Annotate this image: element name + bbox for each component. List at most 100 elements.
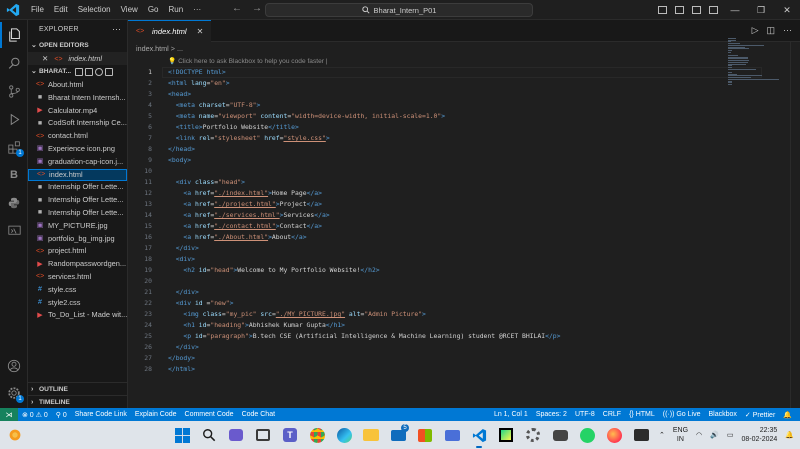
new-file-icon[interactable]	[75, 68, 84, 76]
account-icon[interactable]	[0, 353, 28, 379]
edge-icon[interactable]	[334, 425, 354, 445]
collapse-all-icon[interactable]	[105, 68, 114, 76]
line-ending[interactable]: CRLF	[599, 411, 625, 418]
code-line[interactable]: 26 </div>	[128, 342, 728, 353]
file-item[interactable]: # style.css	[28, 284, 127, 297]
vscode-taskbar-icon[interactable]	[469, 425, 489, 448]
close-button[interactable]: ✕	[774, 5, 800, 16]
comment-code-button[interactable]: Comment Code	[181, 411, 238, 418]
python-icon[interactable]	[0, 190, 28, 216]
code-line[interactable]: 5 <meta name="viewport" content="width=d…	[128, 111, 728, 122]
restore-button[interactable]: ❐	[748, 5, 774, 16]
toggle-panel-icon[interactable]	[675, 6, 684, 14]
pycharm-icon[interactable]	[496, 425, 516, 445]
chrome-icon[interactable]	[307, 425, 327, 445]
file-item[interactable]: ■ Internship Offer Lette...	[28, 181, 127, 194]
close-icon[interactable]: ✕	[42, 54, 48, 63]
menu-run[interactable]: Run	[163, 5, 188, 14]
terminal-icon[interactable]	[631, 425, 651, 445]
menu-file[interactable]: File	[26, 5, 49, 14]
code-editor[interactable]: 💡 Click here to ask Blackbox to help you…	[128, 56, 800, 408]
language-mode[interactable]: {} HTML	[625, 411, 659, 418]
more-actions-icon[interactable]: ···	[783, 25, 792, 36]
code-line[interactable]: 17 </div>	[128, 243, 728, 254]
project-folder-header[interactable]: ⌄ BHARAT...	[28, 65, 127, 79]
code-line[interactable]: 10	[128, 166, 728, 177]
timeline-section[interactable]: › TIMELINE	[28, 395, 127, 408]
ports-indicator[interactable]: ⚲ 0	[52, 411, 71, 419]
code-line[interactable]: 12 <a href="./index.html">Home Page</a>	[128, 188, 728, 199]
code-line[interactable]: 2 <html lang="en">	[128, 78, 728, 89]
code-line[interactable]: 16 <a href="./About.html">About</a>	[128, 232, 728, 243]
file-item[interactable]: ■ Bharat Intern Internsh...	[28, 92, 127, 105]
remote-indicator-icon[interactable]: ⋊	[0, 408, 18, 421]
code-line[interactable]: 20	[128, 276, 728, 287]
code-line[interactable]: 25 <p id="paragraph">B.tech CSE (Artific…	[128, 331, 728, 342]
cursor-position[interactable]: Ln 1, Col 1	[490, 411, 532, 418]
notification-center-icon[interactable]: 🔔	[785, 431, 794, 439]
code-line[interactable]: 28 </html>	[128, 364, 728, 375]
menu-view[interactable]: View	[116, 5, 143, 14]
menu-go[interactable]: Go	[143, 5, 164, 14]
camera-icon[interactable]	[550, 425, 570, 445]
file-item[interactable]: ▶ To_Do_List - Made wit...	[28, 309, 127, 322]
run-debug-icon[interactable]	[0, 106, 28, 132]
whatsapp-icon[interactable]	[577, 425, 597, 445]
file-item[interactable]: ▣ MY_PICTURE.jpg	[28, 220, 127, 233]
menu-edit[interactable]: Edit	[49, 5, 73, 14]
back-arrow-icon[interactable]: ←	[232, 3, 242, 14]
explorer-more-icon[interactable]: ···	[112, 24, 121, 34]
file-item[interactable]: ▶ Randompasswordgen...	[28, 258, 127, 271]
open-editor-item[interactable]: ✕ <> index.html	[28, 52, 127, 65]
chevron-up-icon[interactable]: ⌃	[659, 431, 665, 439]
code-line[interactable]: 24 <h1 id="heading">Abhishek Kumar Gupta…	[128, 320, 728, 331]
explain-code-button[interactable]: Explain Code	[131, 411, 181, 418]
settings-app-icon[interactable]	[523, 425, 543, 445]
teams-icon[interactable]: T	[280, 425, 300, 445]
blackbox-status[interactable]: Blackbox	[705, 411, 741, 418]
notifications-bell-icon[interactable]: 🔔	[779, 411, 796, 419]
blackbox-hint[interactable]: 💡 Click here to ask Blackbox to help you…	[168, 56, 327, 67]
explorer-files-icon[interactable]	[0, 22, 28, 48]
customize-layout-icon[interactable]	[709, 6, 718, 14]
code-line[interactable]: 6 <title>Portfolio Website</title>	[128, 122, 728, 133]
widgets-icon[interactable]	[226, 425, 246, 445]
code-chat-button[interactable]: Code Chat	[238, 411, 279, 418]
menu-selection[interactable]: Selection	[73, 5, 116, 14]
breadcrumb[interactable]: index.html > ...	[128, 42, 800, 56]
code-line[interactable]: 8 </head>	[128, 144, 728, 155]
clock[interactable]: 22:35 08-02-2024	[741, 426, 777, 444]
mail-icon[interactable]: 5	[388, 424, 409, 445]
code-line[interactable]: 4 <meta charset="UTF-8">	[128, 100, 728, 111]
file-item[interactable]: <> services.html	[28, 271, 127, 284]
minimap[interactable]	[726, 38, 788, 88]
search-icon[interactable]	[0, 50, 28, 76]
code-line[interactable]: 13 <a href="./project.html">Project</a>	[128, 199, 728, 210]
source-control-icon[interactable]	[0, 78, 28, 104]
file-item[interactable]: ▣ portfolio_bg_img.jpg	[28, 233, 127, 246]
menu-more[interactable]: ···	[188, 5, 206, 14]
code-line[interactable]: 7 <link rel="stylesheet" href="style.css…	[128, 133, 728, 144]
share-code-link-button[interactable]: Share Code Link	[71, 411, 131, 418]
firefox-icon[interactable]	[604, 425, 624, 445]
code-line[interactable]: 19 <h2 id="head">Welcome to My Portfolio…	[128, 265, 728, 276]
refresh-icon[interactable]	[95, 68, 104, 76]
code-line[interactable]: 1 <!DOCTYPE html>	[128, 67, 728, 78]
file-item[interactable]: # style2.css	[28, 297, 127, 310]
file-explorer-icon[interactable]	[361, 425, 381, 445]
wifi-icon[interactable]: ◠	[696, 431, 702, 439]
split-editor-icon[interactable]: ◫	[766, 25, 775, 36]
indentation[interactable]: Spaces: 2	[532, 411, 571, 418]
file-item[interactable]: <> project.html	[28, 245, 127, 258]
new-folder-icon[interactable]	[85, 68, 94, 76]
code-line[interactable]: 15 <a href="./contact.html">Contact</a>	[128, 221, 728, 232]
outline-section[interactable]: › OUTLINE	[28, 382, 127, 395]
task-view-icon[interactable]	[253, 425, 273, 445]
store-icon[interactable]	[415, 425, 435, 445]
code-line[interactable]: 3 <head>	[128, 89, 728, 100]
forward-arrow-icon[interactable]: →	[252, 3, 262, 14]
tab-index-html[interactable]: <> index.html ✕	[128, 20, 212, 42]
minimize-button[interactable]: —	[722, 5, 748, 15]
go-live-button[interactable]: ((·)) Go Live	[659, 411, 705, 418]
windows-start-icon[interactable]	[172, 425, 192, 445]
